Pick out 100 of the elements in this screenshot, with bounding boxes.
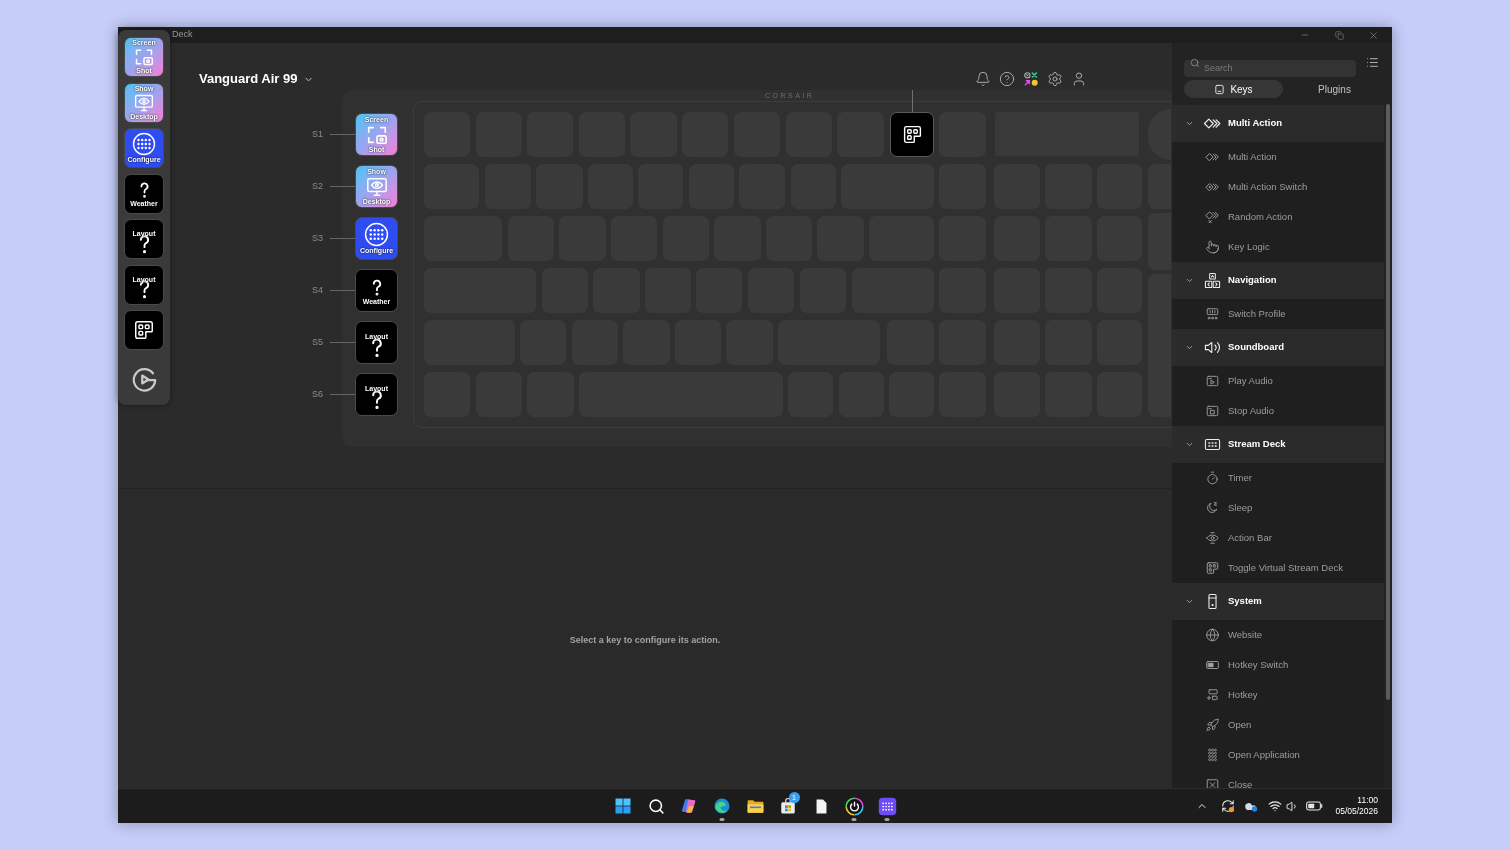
- globe-icon: [1204, 628, 1220, 642]
- leader-line: [330, 238, 355, 239]
- clock-button[interactable]: 11:00 05/05/2026: [1335, 795, 1378, 817]
- leader-line: [330, 134, 355, 135]
- symbol-grid-icon[interactable]: [1023, 71, 1039, 87]
- action-item[interactable]: Key Logic: [1172, 232, 1384, 262]
- settings-icon[interactable]: [1047, 71, 1063, 87]
- category-header[interactable]: Multi Action: [1172, 105, 1384, 142]
- leader-line: [330, 290, 355, 291]
- chevron-down-icon: [1185, 119, 1194, 128]
- list-view-icon[interactable]: [1366, 56, 1379, 69]
- key-slot-label: S4: [312, 283, 324, 297]
- hand-pointer-icon: [1204, 240, 1220, 254]
- action-item[interactable]: Open: [1172, 710, 1384, 740]
- shopping-bag-icon: [779, 797, 797, 815]
- leader-line: [330, 394, 355, 395]
- chevron-down-icon: [1185, 597, 1194, 606]
- category-header[interactable]: System: [1172, 583, 1384, 620]
- action-item[interactable]: Toggle Virtual Stream Deck: [1172, 553, 1384, 583]
- chevron-down-icon: [1185, 343, 1194, 352]
- deck-key[interactable]: [124, 310, 164, 350]
- key-icon: [1214, 83, 1226, 95]
- battery-icon[interactable]: [1306, 800, 1324, 812]
- action-item[interactable]: Open Application: [1172, 740, 1384, 770]
- diamond-dots-icon: [1204, 180, 1220, 194]
- play-window-icon: [1204, 374, 1220, 388]
- start-icon: [614, 797, 632, 815]
- action-item[interactable]: Random Action: [1172, 202, 1384, 232]
- browser-icon: [713, 797, 731, 815]
- circle-play-logo-icon[interactable]: [130, 365, 158, 393]
- key-slot-label: S3: [312, 231, 324, 245]
- dot-grid-app-icon: [877, 796, 897, 816]
- eye-icon: [1204, 531, 1220, 545]
- keypad-icon: [1202, 436, 1222, 453]
- action-item[interactable]: Play Audio: [1172, 366, 1384, 396]
- keyboard-key[interactable]: [1148, 213, 1171, 270]
- deck-layout-icon: [133, 319, 155, 341]
- dot-grid-circle-icon: [364, 222, 389, 247]
- stop-window-icon: [1204, 404, 1220, 418]
- moon-icon: [1204, 501, 1220, 515]
- device-selector[interactable]: Vanguard Air 99: [199, 69, 314, 89]
- monitor-eye-icon: [365, 175, 388, 198]
- action-item[interactable]: Sleep: [1172, 493, 1384, 523]
- deck-layout-icon: [1204, 561, 1220, 575]
- rocket-icon: [1204, 718, 1220, 732]
- arrow-keys-icon: [1202, 272, 1222, 289]
- timer-icon: [1204, 471, 1220, 485]
- help-icon[interactable]: [999, 71, 1015, 87]
- connector-line: [912, 90, 913, 112]
- action-item[interactable]: Timer: [1172, 463, 1384, 493]
- dial-knob[interactable]: [1148, 109, 1171, 160]
- category-header[interactable]: Stream Deck: [1172, 426, 1384, 463]
- chevron-down-icon: [1185, 276, 1194, 285]
- action-item[interactable]: Website: [1172, 620, 1384, 650]
- keypad-dots-icon: [1204, 307, 1220, 321]
- keyboard-key[interactable]: [1148, 274, 1171, 417]
- chevron-down-icon: [1185, 440, 1194, 449]
- key-slot-label: S1: [312, 127, 324, 141]
- speaker-icon: [1202, 339, 1222, 356]
- window-title: Deck: [172, 28, 193, 42]
- tab[interactable]: Keys: [1184, 80, 1283, 98]
- tab[interactable]: Plugins: [1285, 80, 1384, 98]
- diamond-shuffle-icon: [1204, 210, 1220, 224]
- action-item[interactable]: Hotkey Switch: [1172, 650, 1384, 680]
- leader-line: [330, 342, 355, 343]
- dot-grid-circle-icon: [132, 132, 156, 156]
- search-icon: [647, 797, 665, 815]
- sync-icon[interactable]: [1221, 799, 1236, 813]
- action-item[interactable]: Close: [1172, 770, 1384, 788]
- category-header[interactable]: Navigation: [1172, 262, 1384, 299]
- screenshot-icon: [134, 47, 154, 67]
- user-icon[interactable]: [1071, 71, 1087, 87]
- key-slot-label: S5: [312, 335, 324, 349]
- toggle-switch-icon: [1204, 658, 1220, 672]
- keyboard-key[interactable]: [1148, 164, 1171, 209]
- keycap-plus-icon: [1204, 688, 1220, 702]
- deck-layout-icon: [901, 124, 923, 145]
- action-item[interactable]: Multi Action: [1172, 142, 1384, 172]
- action-item[interactable]: Stop Audio: [1172, 396, 1384, 426]
- power-ring-icon: [844, 796, 864, 816]
- key-slot-label: S2: [312, 179, 324, 193]
- wifi-icon[interactable]: [1268, 799, 1283, 813]
- restore-icon: [1334, 30, 1344, 40]
- assigned-key[interactable]: [890, 112, 934, 157]
- leader-line: [330, 186, 355, 187]
- action-item[interactable]: Action Bar: [1172, 523, 1384, 553]
- swirl-icon: [680, 797, 698, 815]
- diamond-chevrons-icon: [1204, 150, 1220, 164]
- action-item[interactable]: Switch Profile: [1172, 299, 1384, 329]
- close-icon: [1367, 29, 1379, 41]
- category-header[interactable]: Soundboard: [1172, 329, 1384, 366]
- monitor-eye-icon: [134, 92, 154, 113]
- action-item[interactable]: Hotkey: [1172, 680, 1384, 710]
- hint-text: Select a key to configure its action.: [569, 634, 721, 648]
- search-icon: [1190, 57, 1200, 68]
- scrollbar-thumb[interactable]: [1386, 104, 1390, 700]
- bell-icon[interactable]: [975, 71, 991, 87]
- search-field[interactable]: Search: [1184, 59, 1356, 77]
- square-x-icon: [1204, 778, 1220, 788]
- action-item[interactable]: Multi Action Switch: [1172, 172, 1384, 202]
